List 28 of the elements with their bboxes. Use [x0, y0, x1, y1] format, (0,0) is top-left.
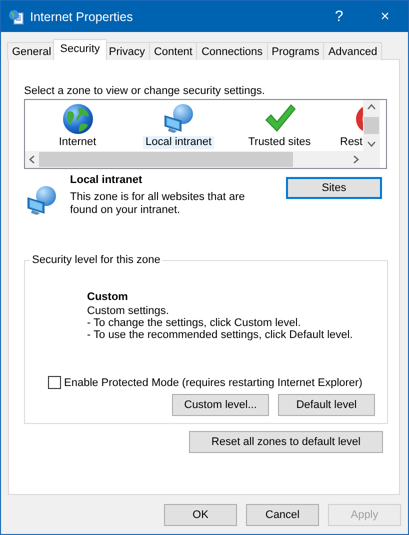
group-title: Security level for this zone — [31, 254, 162, 266]
help-button[interactable]: ? — [316, 8, 362, 25]
zone-prompt: Select a zone to view or change security settings. — [24, 85, 266, 97]
dialog-button[interactable]: Cancel — [246, 504, 319, 526]
zone-item[interactable]: Rest — [338, 136, 363, 149]
zone-item[interactable]: Local intranet — [143, 136, 214, 149]
close-button[interactable]: × — [362, 8, 408, 25]
reset-button[interactable]: Reset all zones to default level — [189, 431, 383, 453]
zone-list[interactable]: Internet Local intranet Trusted sites Rest — [24, 99, 387, 169]
level-description: - To change the settings, click Custom level. — [87, 317, 302, 329]
zone-description: This zone is for all websites that are found on your intranet. — [70, 191, 246, 217]
level-title: Custom — [87, 290, 129, 304]
level-description: - To use the recommended settings, click Default level. — [87, 329, 354, 341]
tab[interactable]: Content — [148, 42, 198, 60]
window-title: Internet Properties — [30, 10, 134, 24]
checkbox-label[interactable]: Enable Protected Mode (requires restarting Internet Explorer) — [64, 376, 362, 388]
zone-item[interactable]: Trusted sites — [246, 136, 313, 149]
tab[interactable]: Connections — [196, 42, 268, 60]
zone-title: Local intranet — [70, 173, 144, 187]
tab[interactable]: Programs — [266, 42, 324, 60]
dialog-button[interactable]: OK — [164, 504, 237, 526]
sites-button[interactable]: Sites — [286, 177, 382, 199]
level-button[interactable]: Default level — [278, 394, 375, 416]
level-description: Custom settings. — [87, 305, 170, 317]
tab[interactable]: Advanced — [323, 42, 382, 60]
zone-item[interactable]: Internet — [56, 136, 98, 149]
level-button[interactable]: Custom level... — [172, 394, 269, 416]
tab[interactable]: Security — [53, 39, 107, 60]
